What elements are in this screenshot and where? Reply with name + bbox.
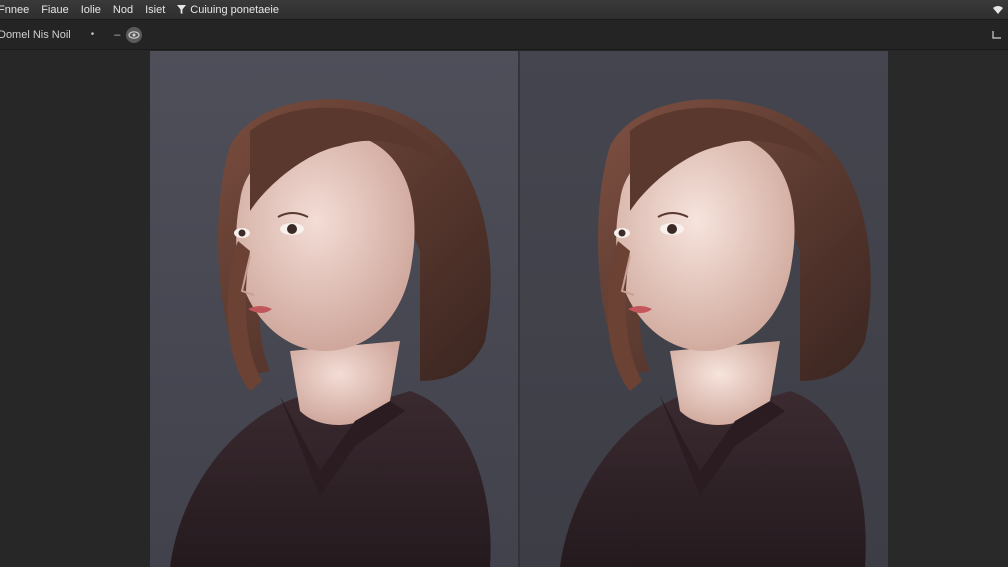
filter-icon (177, 5, 187, 14)
right-panel (888, 51, 1008, 567)
zoom-out-button[interactable]: – (114, 29, 120, 41)
eye-button[interactable] (126, 26, 143, 43)
canvas-before[interactable] (150, 51, 518, 567)
menu-item-1[interactable]: Fnnee (0, 4, 35, 16)
document-title: Domel Nis Noil (0, 28, 71, 41)
menu-item-4[interactable]: Nod (107, 4, 139, 16)
toolbar: Domel Nis Noil • – (0, 20, 1008, 50)
menu-item-3[interactable]: Iolie (75, 4, 107, 16)
separator: • (90, 29, 95, 40)
panel-toggle-icon[interactable] (992, 30, 1002, 39)
portrait-image (560, 99, 871, 567)
workspace (0, 51, 1008, 567)
filter-label: Cuiuing ponetaeie (190, 3, 279, 16)
portrait-image (170, 99, 491, 567)
menu-item-5[interactable]: Isiet (139, 4, 171, 16)
wifi-icon[interactable] (992, 4, 1004, 16)
canvas-after[interactable] (520, 51, 888, 567)
left-panel (0, 51, 150, 567)
eye-icon (128, 30, 140, 39)
menu-bar: Fnnee Fiaue Iolie Nod Isiet Cuiuing pone… (0, 0, 1008, 20)
filter-menu[interactable]: Cuiuing ponetaeie (171, 4, 285, 16)
menu-item-2[interactable]: Fiaue (35, 4, 75, 16)
